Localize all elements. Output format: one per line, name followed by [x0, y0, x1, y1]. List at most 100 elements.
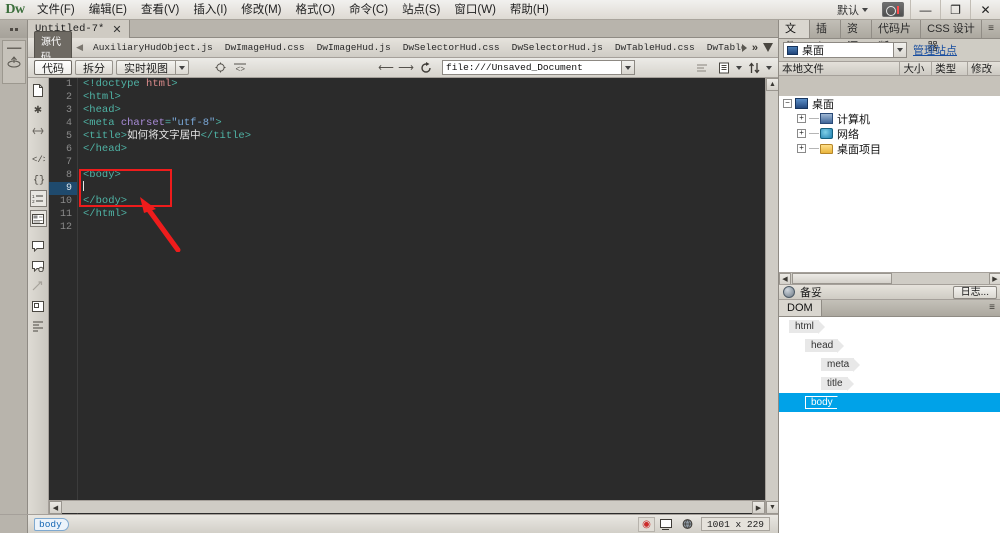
code-line-12[interactable]: [78, 221, 770, 234]
dom-node-head[interactable]: head: [805, 339, 845, 353]
menu-file[interactable]: 文件(F): [30, 0, 82, 20]
dom-panel-menu-icon[interactable]: ≡: [983, 299, 1000, 317]
code-line-2[interactable]: <html>: [78, 91, 770, 104]
site-select[interactable]: 桌面: [783, 42, 907, 58]
file-tree-row[interactable]: − 桌面: [779, 96, 1000, 111]
column-header-modified[interactable]: 修改: [968, 62, 1000, 75]
put-get-files-icon[interactable]: [744, 59, 764, 77]
column-header-local-files[interactable]: 本地文件: [779, 62, 901, 75]
minimize-button[interactable]: —: [910, 0, 940, 19]
code-line-9[interactable]: [78, 181, 770, 195]
code-line-8[interactable]: <body>: [78, 169, 770, 182]
globe-icon[interactable]: [680, 517, 697, 532]
url-dropdown-button[interactable]: [622, 60, 635, 75]
menu-site[interactable]: 站点(S): [395, 0, 447, 20]
maximize-button[interactable]: ❐: [940, 0, 970, 19]
column-header-type[interactable]: 类型: [932, 62, 969, 75]
expand-icon[interactable]: +: [797, 129, 806, 138]
code-line-6[interactable]: </head>: [78, 143, 770, 156]
menu-view[interactable]: 查看(V): [134, 0, 186, 20]
view-code-button[interactable]: 代码: [34, 60, 72, 75]
dock-tab-资源[interactable]: 资源: [841, 20, 873, 53]
open-documents-icon[interactable]: [30, 82, 47, 99]
manage-sites-link[interactable]: 管理站点: [913, 42, 957, 58]
file-tree-horizontal-scrollbar[interactable]: ◀ ▶: [779, 272, 1000, 285]
document-title-icon[interactable]: [692, 59, 712, 77]
editor-vertical-scrollbar[interactable]: ▲ ▼: [765, 78, 779, 514]
creative-cloud-icon[interactable]: [882, 2, 904, 17]
close-button[interactable]: ✕: [970, 0, 1000, 19]
move-indent-icon[interactable]: [30, 318, 47, 335]
expand-icon[interactable]: +: [797, 114, 806, 123]
insert-panel-collapsed[interactable]: ▬▬▬: [2, 40, 26, 84]
highlight-invalid-code-icon[interactable]: [29, 210, 47, 227]
dock-tab-插入[interactable]: 插入: [810, 20, 842, 53]
editor-horizontal-scrollbar[interactable]: ◀ ▶: [49, 500, 765, 514]
dom-node-row[interactable]: html: [779, 317, 1000, 336]
related-file-4[interactable]: DwSelectorHud.js: [506, 42, 609, 53]
column-header-size[interactable]: 大小: [900, 62, 933, 75]
file-tree-row[interactable]: + 计算机: [779, 111, 1000, 126]
select-parent-tag-icon[interactable]: </>: [30, 150, 47, 167]
menu-format[interactable]: 格式(O): [288, 0, 342, 20]
related-files-scroll-left-icon[interactable]: ◀: [76, 42, 83, 53]
scroll-left-icon[interactable]: ◀: [49, 501, 62, 514]
code-line-11[interactable]: </html>: [78, 208, 770, 221]
document-dimensions[interactable]: 1001 x 229: [700, 517, 770, 531]
menu-commands[interactable]: 命令(C): [342, 0, 395, 20]
dom-tree[interactable]: html head meta title body: [779, 317, 1000, 533]
related-file-0[interactable]: AuxiliaryHudObject.js: [87, 42, 219, 53]
forward-arrow-icon[interactable]: ⟶: [396, 59, 416, 77]
recent-snippets-icon[interactable]: [30, 298, 47, 315]
code-editor[interactable]: <!doctype html> <html> <head> <meta charset…: [78, 78, 770, 514]
line-numbers-icon[interactable]: 12: [29, 190, 47, 207]
left-rail-grip[interactable]: [0, 20, 27, 38]
code-line-3[interactable]: <head>: [78, 104, 770, 117]
related-files-scroll-right-icon[interactable]: [741, 43, 747, 52]
tab-dom[interactable]: DOM: [779, 300, 822, 316]
dock-panel-menu-icon[interactable]: ≡: [982, 20, 1000, 38]
menu-edit[interactable]: 编辑(E): [82, 0, 134, 20]
dom-node-title[interactable]: title: [821, 377, 854, 391]
dom-node-html[interactable]: html: [789, 320, 825, 334]
balance-braces-icon[interactable]: {}: [30, 170, 47, 187]
related-file-5[interactable]: DwTableHud.css: [609, 42, 701, 53]
code-line-4[interactable]: <meta charset="utf-8">: [78, 117, 770, 130]
live-view-refresh-icon[interactable]: [210, 59, 230, 77]
back-arrow-icon[interactable]: ⟵: [376, 59, 396, 77]
inspect-code-icon[interactable]: <>: [230, 59, 250, 77]
address-bar[interactable]: file:///Unsaved_Document: [442, 60, 635, 75]
code-line-10[interactable]: </body>: [78, 195, 770, 208]
tag-selector-body[interactable]: body: [34, 517, 69, 531]
file-management-icon[interactable]: [714, 59, 734, 77]
view-live-button[interactable]: 实时视图: [116, 60, 175, 75]
file-tree[interactable]: − 桌面 + 计算机 + 网络 + 桌面项目: [779, 96, 1000, 272]
collapse-icon[interactable]: −: [783, 99, 792, 108]
scroll-left-icon[interactable]: ◀: [779, 272, 791, 285]
record-icon[interactable]: ◉: [637, 516, 655, 532]
dom-node-body[interactable]: body: [805, 396, 844, 410]
chevron-down-icon[interactable]: [893, 43, 906, 57]
dom-node-row[interactable]: meta: [779, 355, 1000, 374]
view-live-dropdown[interactable]: [175, 60, 189, 75]
close-icon[interactable]: ✕: [112, 23, 121, 36]
menu-modify[interactable]: 修改(M): [234, 0, 288, 20]
window-size-icon[interactable]: [659, 517, 676, 532]
remove-comment-icon[interactable]: [30, 258, 47, 275]
related-file-2[interactable]: DwImageHud.js: [311, 42, 397, 53]
dock-tab-CSS 设计器[interactable]: CSS 设计器: [921, 20, 983, 53]
menu-window[interactable]: 窗口(W): [447, 0, 503, 20]
file-tree-row[interactable]: + 网络: [779, 126, 1000, 141]
dock-tab-代码片断[interactable]: 代码片断: [872, 20, 922, 53]
dom-node-row[interactable]: body: [779, 393, 1000, 412]
related-file-6[interactable]: DwTableHud.js: [701, 42, 742, 53]
workspace-switcher[interactable]: 默认: [829, 2, 876, 18]
file-tree-row[interactable]: + 桌面项目: [779, 141, 1000, 156]
related-files-overflow-icon[interactable]: »: [752, 42, 758, 54]
menu-help[interactable]: 帮助(H): [503, 0, 556, 20]
related-file-1[interactable]: DwImageHud.css: [219, 42, 311, 53]
log-button[interactable]: 日志...: [952, 285, 997, 299]
dom-node-meta[interactable]: meta: [821, 358, 861, 372]
url-input[interactable]: file:///Unsaved_Document: [442, 60, 622, 75]
code-line-7[interactable]: [78, 156, 770, 169]
